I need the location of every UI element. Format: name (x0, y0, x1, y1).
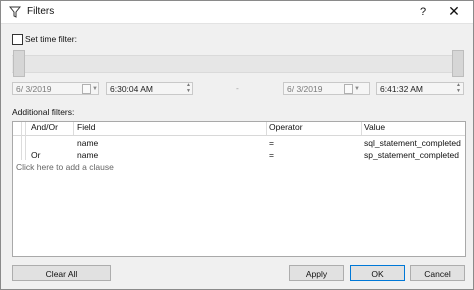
add-clause-link[interactable]: Click here to add a clause (16, 161, 114, 173)
chevron-down-icon[interactable]: ▼ (354, 83, 360, 96)
end-date-field[interactable]: 6/ 3/2019 ▼ (283, 82, 370, 95)
slider-start-thumb[interactable] (13, 50, 25, 77)
column-divider (361, 122, 362, 135)
row-value[interactable]: sp_statement_completed (364, 149, 459, 161)
column-divider (73, 122, 74, 135)
cancel-button[interactable]: Cancel (410, 265, 465, 281)
filter-icon (8, 6, 22, 18)
range-separator: - (236, 83, 239, 93)
end-date-value: 6/ 3/2019 (287, 84, 323, 94)
time-range-slider[interactable] (12, 55, 464, 73)
table-row[interactable]: Or name = sp_statement_completed (13, 149, 465, 161)
calendar-icon (344, 84, 353, 94)
end-time-value: 6:41:32 AM (380, 84, 424, 94)
grid-header: And/Or Field Operator Value (13, 122, 465, 136)
column-header-operator[interactable]: Operator (269, 122, 303, 132)
table-row[interactable]: name = sql_statement_completed (13, 137, 465, 149)
column-header-field[interactable]: Field (77, 122, 95, 132)
column-header-andor[interactable]: And/Or (31, 122, 58, 132)
clear-all-button[interactable]: Clear All (12, 265, 111, 281)
row-andor[interactable]: Or (31, 149, 40, 161)
calendar-icon (82, 84, 91, 94)
window-title: Filters (27, 6, 55, 17)
filters-dialog: Filters ? ✕ Set time filter: 6/ 3/2019 ▼… (0, 0, 474, 290)
additional-filters-label: Additional filters: (12, 107, 75, 117)
time-filter-label: Set time filter: (25, 34, 77, 44)
slider-end-thumb[interactable] (452, 50, 464, 77)
filters-grid[interactable]: And/Or Field Operator Value name = sql_s… (12, 121, 466, 257)
start-time-value: 6:30:04 AM (110, 84, 154, 94)
row-operator[interactable]: = (269, 137, 274, 149)
ok-button[interactable]: OK (350, 265, 405, 281)
end-time-field[interactable]: 6:41:32 AM ▲ ▼ (376, 82, 464, 95)
row-field[interactable]: name (77, 149, 98, 161)
help-button[interactable]: ? (415, 4, 431, 20)
start-date-value: 6/ 3/2019 (16, 84, 52, 94)
column-header-value[interactable]: Value (364, 122, 385, 132)
row-operator[interactable]: = (269, 149, 274, 161)
row-field[interactable]: name (77, 137, 98, 149)
start-date-field[interactable]: 6/ 3/2019 ▼ (12, 82, 99, 95)
close-button[interactable]: ✕ (446, 4, 462, 20)
column-divider (266, 122, 267, 135)
time-filter-checkbox[interactable] (12, 34, 23, 45)
title-bar: Filters ? ✕ (1, 1, 473, 24)
spin-arrows-icon[interactable]: ▲ ▼ (455, 82, 462, 94)
apply-button[interactable]: Apply (289, 265, 344, 281)
chevron-down-icon[interactable]: ▼ (92, 83, 98, 96)
add-clause-row[interactable]: Click here to add a clause (13, 161, 465, 173)
start-time-field[interactable]: 6:30:04 AM ▲ ▼ (106, 82, 193, 95)
spin-arrows-icon[interactable]: ▲ ▼ (185, 82, 192, 94)
row-value[interactable]: sql_statement_completed (364, 137, 461, 149)
